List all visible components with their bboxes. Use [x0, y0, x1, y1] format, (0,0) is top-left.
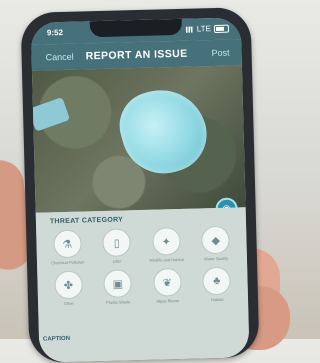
- category-label: Chemical Pollution: [51, 259, 85, 266]
- category-item[interactable]: ▣ Plastic Waste: [93, 269, 143, 305]
- threat-category-heading: THREAT CATEGORY: [49, 216, 124, 226]
- tree-icon: ♣: [202, 266, 232, 296]
- bottle-icon: ▯: [102, 228, 132, 257]
- flask-icon: ⚗: [52, 229, 82, 259]
- post-button[interactable]: Post: [211, 48, 229, 58]
- battery-icon: [213, 24, 230, 33]
- leaf-icon: ❦: [152, 267, 182, 297]
- phone-frame: 9:52 LTE Cancel REPORT AN ISSUE Post ◉ T…: [20, 7, 260, 363]
- issue-photo: ◉: [30, 65, 246, 221]
- category-label: Algae Bloom: [156, 298, 180, 304]
- category-label: Water Quality: [204, 255, 229, 262]
- category-panel: THREAT CATEGORY ⚗ Chemical Pollution ▯ L…: [35, 207, 250, 363]
- status-time: 9:52: [46, 27, 64, 38]
- category-item[interactable]: ✤ Other: [43, 270, 93, 306]
- category-label: Habitat: [210, 296, 224, 303]
- signal-icon: [185, 26, 194, 33]
- category-label: Litter: [112, 258, 122, 264]
- bird-icon: ✦: [151, 226, 181, 256]
- photo-plastic-bag: [111, 79, 216, 184]
- caption-heading: CAPTION: [42, 335, 71, 343]
- category-label: Wildlife and Habitat: [149, 256, 185, 263]
- plant-icon: ✤: [53, 270, 83, 300]
- phone-notch: [89, 18, 183, 38]
- category-item[interactable]: ◆ Water Quality: [191, 225, 241, 261]
- category-item[interactable]: ▯ Litter: [92, 228, 142, 264]
- category-item[interactable]: ⚗ Chemical Pollution: [42, 229, 92, 265]
- category-item[interactable]: ✦ Wildlife and Habitat: [141, 226, 191, 263]
- phone-screen: 9:52 LTE Cancel REPORT AN ISSUE Post ◉ T…: [30, 17, 250, 363]
- category-item[interactable]: ♣ Habitat: [192, 266, 242, 302]
- category-label: Plastic Waste: [106, 299, 131, 305]
- page-title: REPORT AN ISSUE: [85, 47, 188, 63]
- category-grid: ⚗ Chemical Pollution ▯ Litter ✦ Wildlife…: [42, 225, 242, 306]
- status-icons: LTE: [185, 24, 230, 34]
- category-label: Other: [63, 300, 74, 307]
- photo-debris: [30, 97, 71, 132]
- bag-icon: ▣: [103, 269, 133, 298]
- category-item[interactable]: ❦ Algae Bloom: [142, 267, 192, 304]
- drop-icon: ◆: [201, 225, 231, 255]
- carrier-label: LTE: [196, 24, 212, 34]
